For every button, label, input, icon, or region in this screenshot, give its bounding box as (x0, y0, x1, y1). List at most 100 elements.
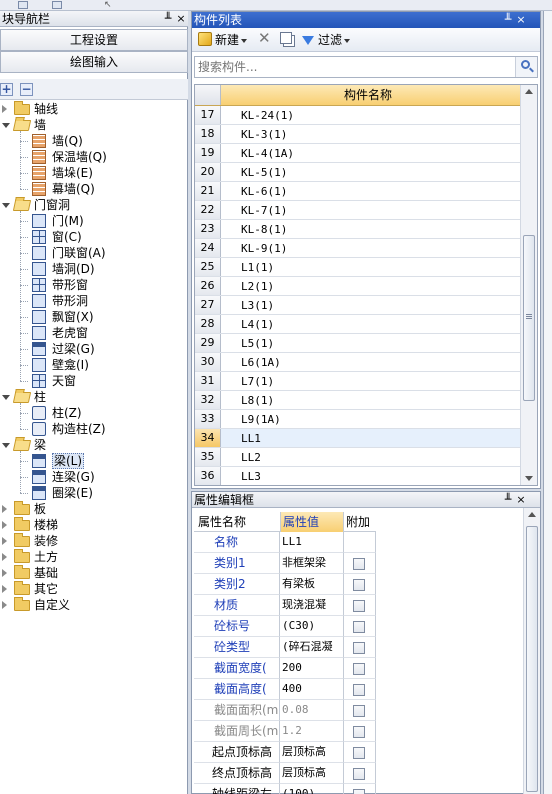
expand-arrow-icon[interactable] (2, 537, 7, 545)
component-row[interactable]: 34 LL1 (195, 429, 521, 448)
component-row[interactable]: 26 L2(1) (195, 277, 521, 296)
row-number[interactable]: 34 (195, 429, 221, 447)
extra-checkbox[interactable] (353, 579, 365, 591)
component-row[interactable]: 31 L7(1) (195, 372, 521, 391)
expand-arrow-icon[interactable] (2, 569, 7, 577)
close-icon[interactable]: × (515, 492, 527, 507)
extra-checkbox[interactable] (353, 684, 365, 696)
property-value[interactable]: 200 (280, 658, 344, 679)
expand-arrow-icon[interactable] (2, 505, 7, 513)
extra-checkbox[interactable] (353, 768, 365, 780)
component-row[interactable]: 22 KL-7(1) (195, 201, 521, 220)
property-value[interactable]: 层顶标高 (280, 742, 344, 763)
property-value[interactable]: 非框架梁 (280, 553, 344, 574)
component-row[interactable]: 21 KL-6(1) (195, 182, 521, 201)
row-number[interactable]: 20 (195, 163, 221, 181)
property-value[interactable]: 层顶标高 (280, 763, 344, 784)
property-scrollbar[interactable] (523, 508, 540, 794)
row-number[interactable]: 32 (195, 391, 221, 409)
component-row[interactable]: 25 L1(1) (195, 258, 521, 277)
scroll-up-icon[interactable] (525, 89, 533, 94)
extra-checkbox[interactable] (353, 663, 365, 675)
collapse-arrow-icon[interactable] (2, 395, 10, 400)
expand-arrow-icon[interactable] (2, 521, 7, 529)
delete-icon[interactable]: ✕ (258, 30, 271, 46)
copy-icon[interactable] (280, 32, 292, 48)
close-icon[interactable]: × (175, 11, 187, 26)
row-number[interactable]: 35 (195, 448, 221, 466)
property-value[interactable]: 1.2 (280, 721, 344, 742)
component-row[interactable]: 23 KL-8(1) (195, 220, 521, 239)
collapse-arrow-icon[interactable] (2, 443, 10, 448)
component-row[interactable]: 18 KL-3(1) (195, 125, 521, 144)
scroll-down-icon[interactable] (525, 476, 533, 481)
component-row[interactable]: 33 L9(1A) (195, 410, 521, 429)
column-header-name[interactable]: 构件名称 (344, 88, 392, 102)
collapse-arrow-icon[interactable] (2, 203, 10, 208)
row-number[interactable]: 28 (195, 315, 221, 333)
property-value[interactable]: 有梁板 (280, 574, 344, 595)
expand-arrow-icon[interactable] (2, 585, 7, 593)
component-row[interactable]: 30 L6(1A) (195, 353, 521, 372)
row-number[interactable]: 33 (195, 410, 221, 428)
row-number[interactable]: 29 (195, 334, 221, 352)
component-row[interactable]: 36 LL3 (195, 467, 521, 485)
component-row[interactable]: 27 L3(1) (195, 296, 521, 315)
property-value[interactable]: (100) (280, 784, 344, 794)
close-icon[interactable]: × (515, 12, 527, 28)
extra-checkbox[interactable] (353, 642, 365, 654)
row-number[interactable]: 23 (195, 220, 221, 238)
extra-checkbox[interactable] (353, 747, 365, 759)
drawing-input-button[interactable]: 绘图输入 (0, 51, 188, 73)
property-value[interactable]: 0.08 (280, 700, 344, 721)
property-value[interactable]: (碎石混凝 (280, 637, 344, 658)
row-number[interactable]: 25 (195, 258, 221, 276)
property-value[interactable]: 现浇混凝 (280, 595, 344, 616)
row-number[interactable]: 22 (195, 201, 221, 219)
property-value[interactable]: 400 (280, 679, 344, 700)
collapse-arrow-icon[interactable] (2, 123, 10, 128)
component-row[interactable]: 20 KL-5(1) (195, 163, 521, 182)
component-row[interactable]: 35 LL2 (195, 448, 521, 467)
pin-icon[interactable]: ╨ (502, 492, 514, 507)
expand-arrow-icon[interactable] (2, 105, 7, 113)
grid-scrollbar[interactable] (520, 85, 537, 485)
toolbar-icon[interactable] (52, 1, 62, 9)
project-settings-button[interactable]: 工程设置 (0, 29, 188, 51)
row-number[interactable]: 19 (195, 144, 221, 162)
property-value[interactable]: (C30) (280, 616, 344, 637)
row-number[interactable]: 21 (195, 182, 221, 200)
expand-all-icon[interactable]: + (0, 83, 13, 96)
component-row[interactable]: 24 KL-9(1) (195, 239, 521, 258)
pin-icon[interactable]: ╨ (162, 11, 174, 26)
extra-checkbox[interactable] (353, 621, 365, 633)
scroll-up-icon[interactable] (528, 512, 536, 517)
search-icon[interactable] (515, 57, 537, 77)
scrollbar-thumb[interactable] (523, 235, 535, 401)
row-number[interactable]: 30 (195, 353, 221, 371)
expand-arrow-icon[interactable] (2, 601, 7, 609)
row-number[interactable]: 27 (195, 296, 221, 314)
filter-button[interactable]: 过滤 (302, 32, 351, 48)
component-row[interactable]: 17 KL-24(1) (195, 106, 521, 125)
expand-arrow-icon[interactable] (2, 553, 7, 561)
new-button[interactable]: 新建 (198, 32, 248, 48)
extra-checkbox[interactable] (353, 789, 365, 794)
component-search-input[interactable] (195, 57, 515, 77)
component-row[interactable]: 28 L4(1) (195, 315, 521, 334)
extra-checkbox[interactable] (353, 600, 365, 612)
row-number[interactable]: 17 (195, 106, 221, 124)
toolbar-icon[interactable] (18, 1, 28, 9)
extra-checkbox[interactable] (353, 726, 365, 738)
extra-checkbox[interactable] (353, 558, 365, 570)
pin-icon[interactable]: ╨ (502, 12, 514, 28)
component-row[interactable]: 29 L5(1) (195, 334, 521, 353)
row-number[interactable]: 24 (195, 239, 221, 257)
row-number[interactable]: 36 (195, 467, 221, 485)
row-number[interactable]: 18 (195, 125, 221, 143)
arrow-icon[interactable]: ↖ (104, 1, 114, 10)
collapse-all-icon[interactable]: − (20, 83, 33, 96)
row-number[interactable]: 31 (195, 372, 221, 390)
component-row[interactable]: 32 L8(1) (195, 391, 521, 410)
extra-checkbox[interactable] (353, 705, 365, 717)
